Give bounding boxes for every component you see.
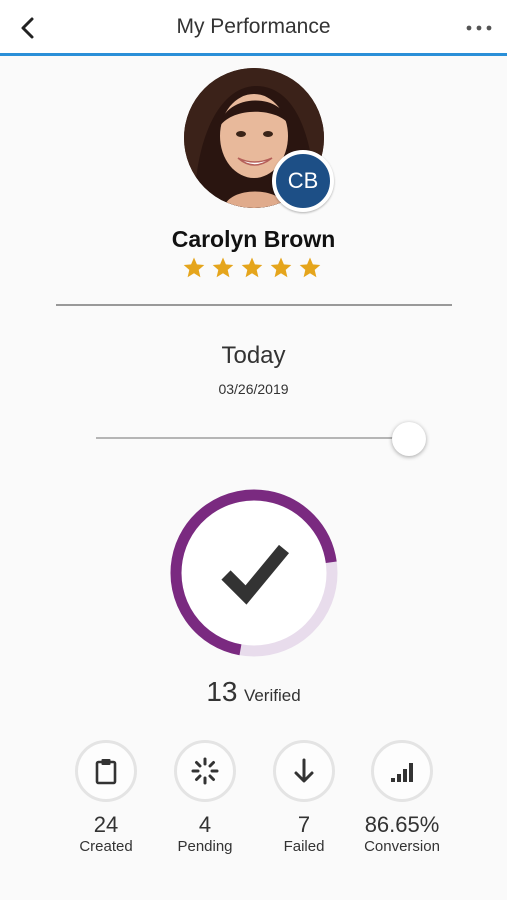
stat-label: Pending (177, 838, 233, 855)
stat-value: 4 (198, 812, 212, 837)
slider-thumb[interactable] (392, 422, 426, 456)
stat-created-button[interactable] (75, 740, 137, 802)
stat-pending[interactable]: 4 Pending (150, 740, 260, 860)
profile-avatar[interactable]: CB (184, 68, 334, 212)
verified-label: Verified (243, 686, 301, 705)
star-icon (212, 257, 234, 278)
verified-progress-ring (168, 487, 340, 659)
stat-created[interactable]: 24 Created (51, 740, 161, 860)
slider-track (96, 437, 409, 439)
stat-conversion[interactable]: 86.65% Conversion (347, 740, 457, 860)
star-icon (241, 257, 263, 278)
clipboard-icon (95, 759, 117, 785)
arrow-down-icon (294, 758, 314, 783)
stat-value: 7 (297, 812, 311, 837)
star-icon (270, 257, 292, 278)
star-rating (182, 256, 322, 282)
stat-label: Created (79, 838, 133, 855)
stat-failed-button[interactable] (273, 740, 335, 802)
period-slider[interactable] (96, 420, 426, 458)
stat-failed[interactable]: 7 Failed (249, 740, 359, 860)
stat-value: 86.65% (364, 812, 440, 837)
page-title: My Performance (176, 15, 331, 38)
stat-pending-button[interactable] (174, 740, 236, 802)
period-date: 03/26/2019 (218, 381, 289, 397)
stat-conversion-button[interactable] (371, 740, 433, 802)
more-horizontal-icon (466, 25, 492, 31)
app-header: My Performance (0, 0, 507, 56)
star-icon (183, 257, 205, 278)
signal-bars-icon (391, 763, 413, 782)
spinner-icon (191, 757, 219, 785)
stat-value: 24 (93, 812, 119, 837)
verified-summary: 13 Verified (0, 676, 507, 708)
more-options-button[interactable] (459, 14, 499, 42)
stat-label: Conversion (364, 838, 440, 855)
star-icon (299, 257, 321, 278)
initials-badge: CB (272, 150, 334, 212)
user-name: Carolyn Brown (171, 226, 336, 252)
divider (56, 304, 452, 306)
period-label: Today (221, 342, 286, 369)
verified-count: 13 (206, 676, 238, 707)
stat-label: Failed (283, 838, 325, 855)
